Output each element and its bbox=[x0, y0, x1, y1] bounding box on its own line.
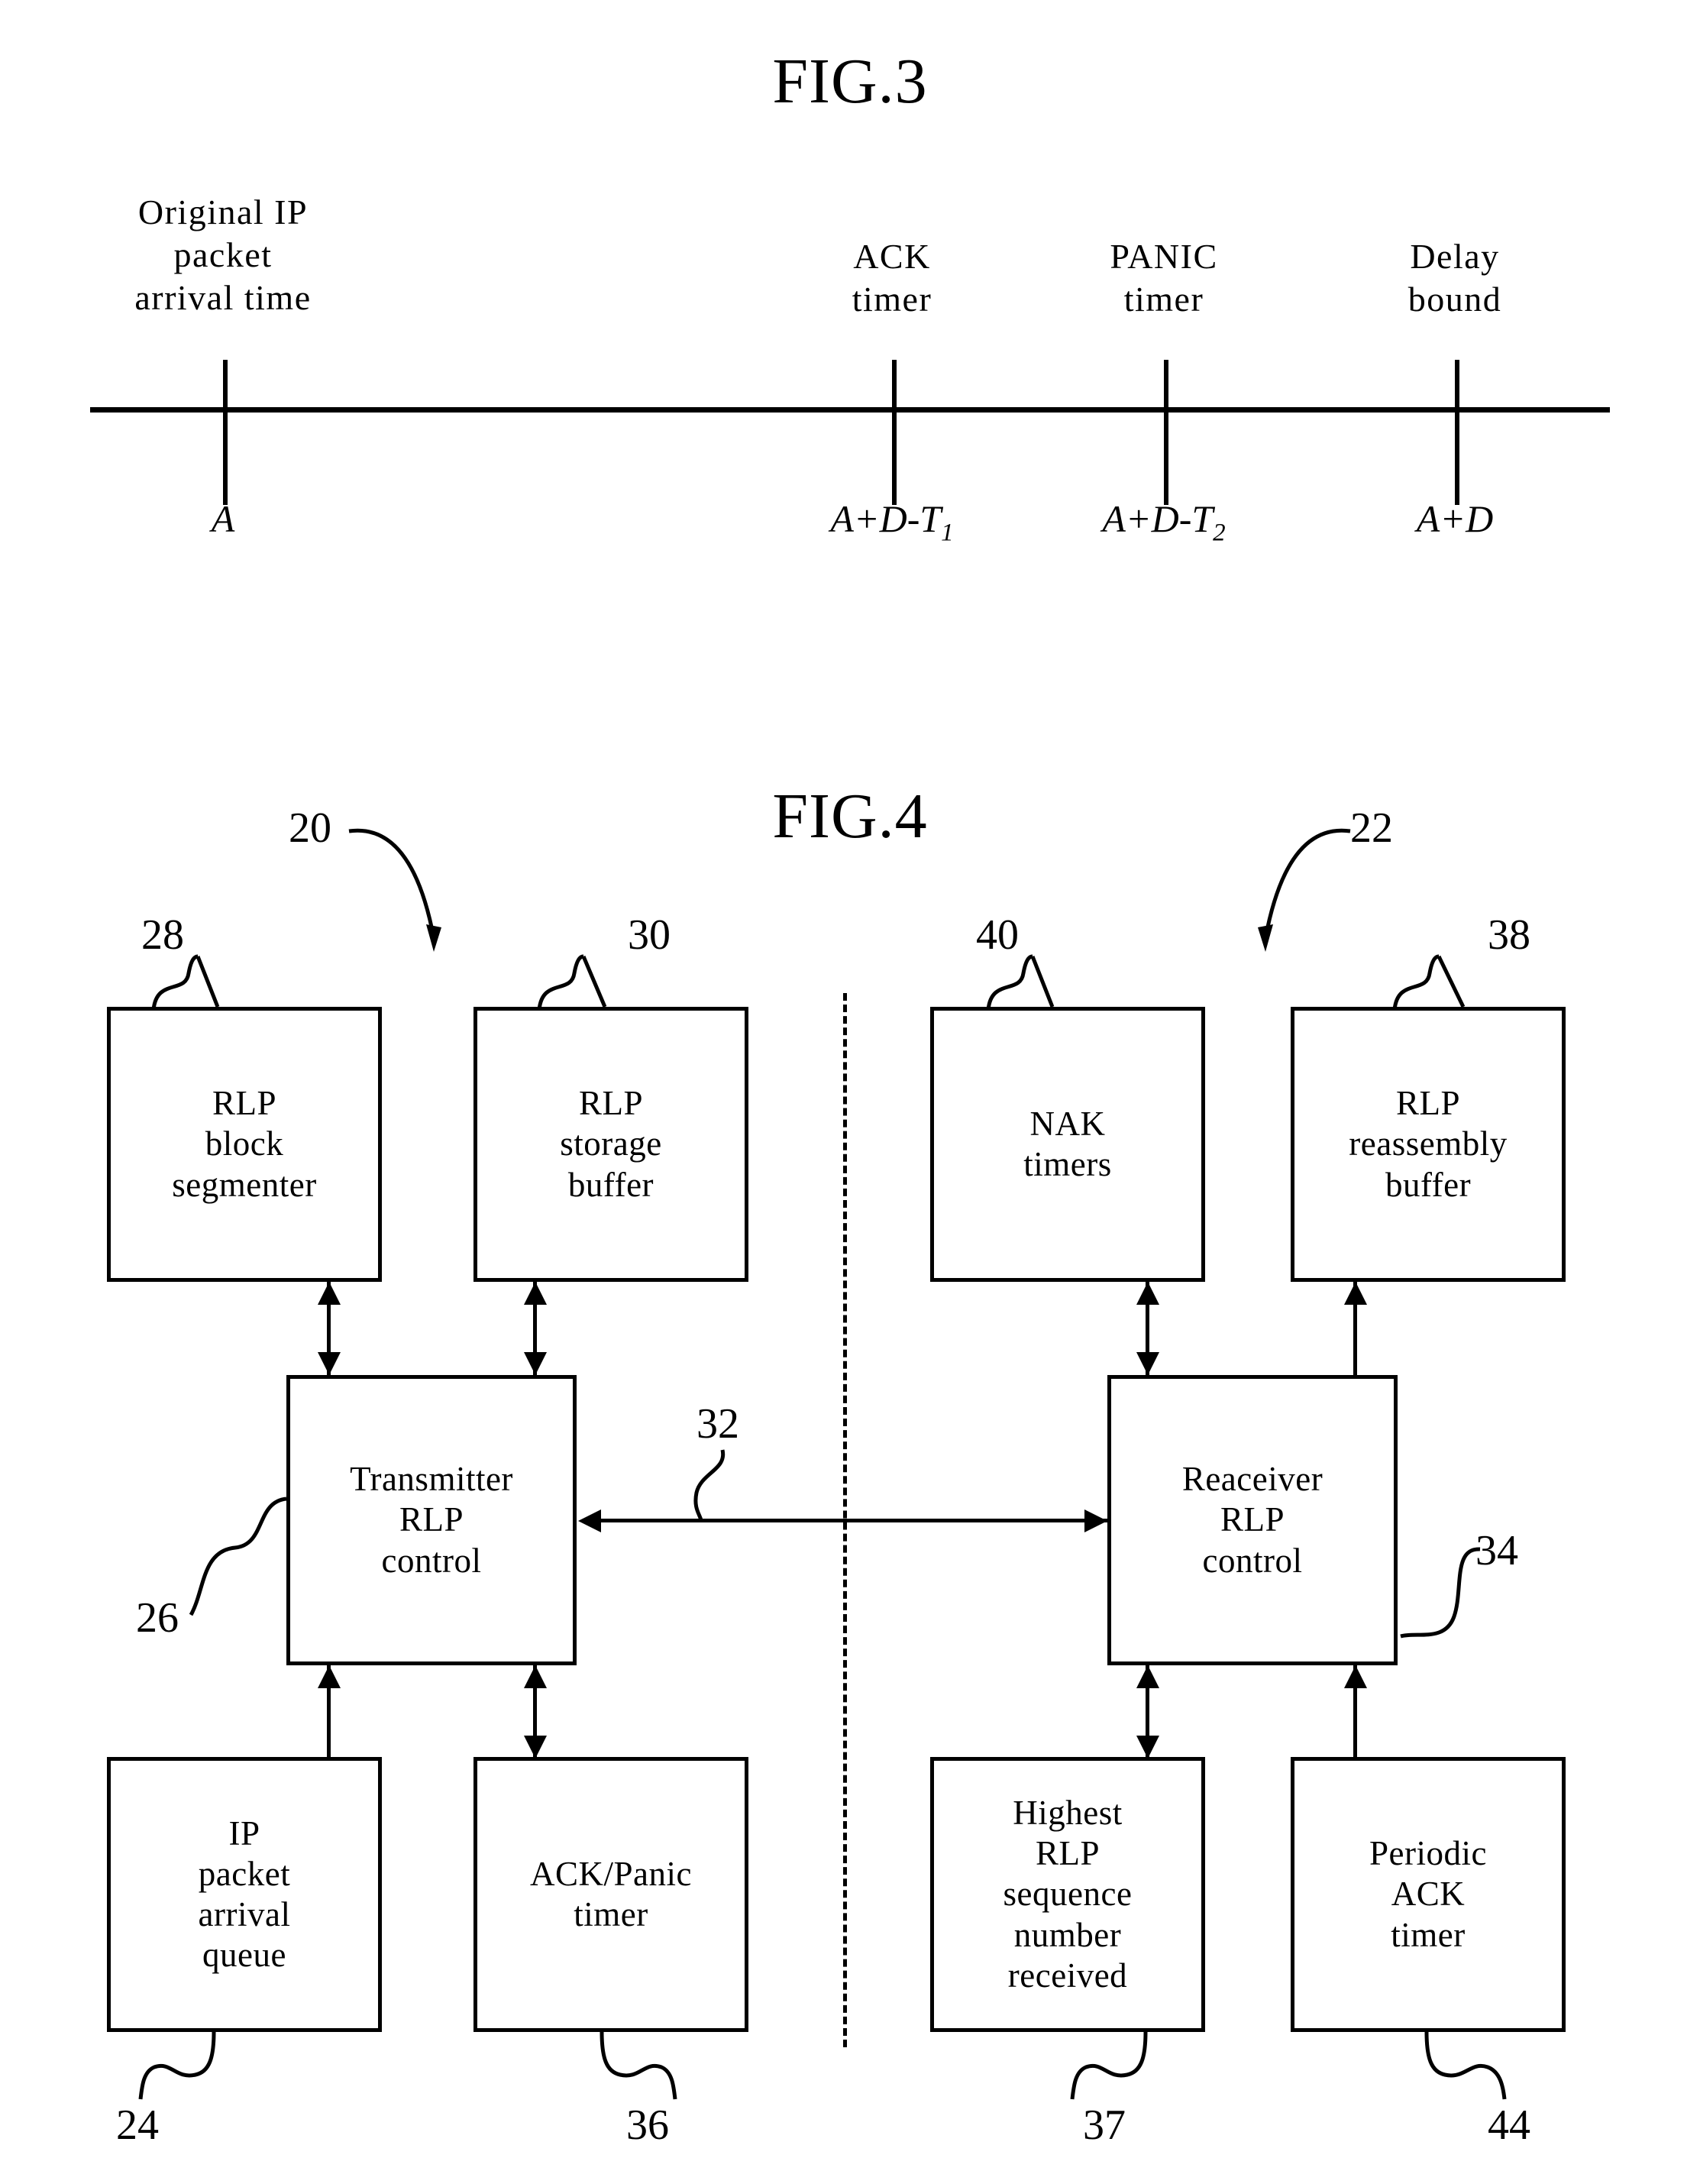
refnum-20: 20 bbox=[289, 804, 331, 852]
block-ack-panic-timer-label: ACK/Panic timer bbox=[530, 1854, 692, 1933]
arrowhead-left-to-transmitter bbox=[578, 1509, 601, 1532]
leader-line-32 bbox=[687, 1449, 794, 1534]
leader-line-36 bbox=[580, 2031, 718, 2131]
timeline-label-ack-timer: ACK timer bbox=[852, 237, 932, 319]
timeline-axis bbox=[90, 407, 1610, 413]
leader-line-24 bbox=[137, 2031, 275, 2131]
block-highest-rlp-sequence-number-received[interactable]: Highest RLP sequence number received bbox=[930, 1757, 1205, 2032]
refnum-38: 38 bbox=[1488, 911, 1530, 959]
timeline-value-panic-timer-sub: 2 bbox=[1213, 519, 1226, 547]
timeline-value-arrival: A bbox=[70, 497, 376, 541]
refnum-26: 26 bbox=[136, 1594, 179, 1642]
timeline-tick-delay-bound bbox=[1455, 360, 1459, 505]
block-periodic-ack-timer-label: Periodic ACK timer bbox=[1369, 1834, 1487, 1954]
timeline-value-arrival-text: A bbox=[211, 497, 235, 540]
connector-transmitter-receiver-link bbox=[592, 1519, 1107, 1522]
block-nak-timers-label: NAK timers bbox=[1023, 1104, 1112, 1183]
timeline-label-panic-timer: PANIC timer bbox=[1110, 237, 1218, 319]
block-receiver-rlp-control-label: Reaceiver RLP control bbox=[1181, 1460, 1323, 1580]
block-ip-packet-arrival-queue[interactable]: IP packet arrival queue bbox=[107, 1757, 382, 2032]
leader-line-26 bbox=[183, 1496, 313, 1652]
patent-drawing-sheet: FIG.3 Original IP packet arrival time AC… bbox=[0, 0, 1700, 2184]
block-highest-rlp-sequence-number-received-label: Highest RLP sequence number received bbox=[1003, 1794, 1133, 1995]
timeline-value-delay-bound-text: A+D bbox=[1416, 497, 1494, 540]
refnum-40: 40 bbox=[976, 911, 1019, 959]
block-rlp-reassembly-buffer-label: RLP reassembly buffer bbox=[1349, 1084, 1508, 1204]
timeline-value-ack-timer-sub: 1 bbox=[941, 519, 954, 547]
arrowhead-down-control-to-ackpanic bbox=[524, 1736, 547, 1759]
arrowhead-right-to-receiver bbox=[1084, 1509, 1107, 1532]
arrowhead-up-queue bbox=[318, 1665, 341, 1688]
arrowhead-down-control-to-segmenter bbox=[318, 1352, 341, 1375]
leader-line-38 bbox=[1390, 954, 1535, 1056]
refnum-30: 30 bbox=[628, 911, 671, 959]
leader-line-22 bbox=[1237, 823, 1390, 976]
leader-line-37 bbox=[1054, 2031, 1191, 2131]
arrowhead-up-ackpanic bbox=[524, 1665, 547, 1688]
timeline-value-delay-bound: A+D bbox=[1302, 497, 1608, 541]
block-ack-panic-timer[interactable]: ACK/Panic timer bbox=[473, 1757, 748, 2032]
figure-4-title: FIG.4 bbox=[772, 781, 928, 852]
arrowhead-up-segmenter bbox=[318, 1282, 341, 1305]
timeline-value-ack-timer: A+D-T1 bbox=[739, 497, 1045, 548]
timeline-label-delay-bound: Delay bound bbox=[1408, 237, 1502, 319]
refnum-32: 32 bbox=[696, 1400, 739, 1448]
timeline-value-panic-timer-text: A+D-T bbox=[1102, 497, 1214, 540]
leader-line-34 bbox=[1398, 1535, 1527, 1673]
leader-line-28 bbox=[149, 954, 271, 1056]
block-periodic-ack-timer[interactable]: Periodic ACK timer bbox=[1291, 1757, 1566, 2032]
arrowhead-up-highestrlp bbox=[1136, 1665, 1159, 1688]
timeline-value-panic-timer: A+D-T2 bbox=[1011, 497, 1317, 548]
arrowhead-down-control-to-naktimers bbox=[1136, 1352, 1159, 1375]
leader-line-40 bbox=[984, 954, 1106, 1056]
block-transmitter-rlp-control-label: Transmitter RLP control bbox=[350, 1460, 513, 1580]
block-rlp-block-segmenter-label: RLP block segmenter bbox=[172, 1084, 317, 1204]
block-ip-packet-arrival-queue-label: IP packet arrival queue bbox=[198, 1814, 291, 1975]
block-receiver-rlp-control[interactable]: Reaceiver RLP control bbox=[1107, 1375, 1398, 1665]
timeline-tick-panic-timer bbox=[1164, 360, 1168, 505]
arrowhead-down-control-to-highestrlp bbox=[1136, 1736, 1159, 1759]
timeline-label-arrival: Original IP packet arrival time bbox=[134, 193, 312, 318]
arrowhead-up-naktimers bbox=[1136, 1282, 1159, 1305]
arrowhead-up-periodicack bbox=[1344, 1665, 1367, 1688]
arrowhead-down-control-to-storage bbox=[524, 1352, 547, 1375]
block-transmitter-rlp-control[interactable]: Transmitter RLP control bbox=[286, 1375, 577, 1665]
figure-3-title: FIG.3 bbox=[772, 46, 928, 117]
arrowhead-up-reassembly bbox=[1344, 1282, 1367, 1305]
leader-line-20 bbox=[347, 823, 500, 976]
timeline-value-ack-timer-text: A+D-T bbox=[830, 497, 942, 540]
timeline-tick-ack-timer bbox=[892, 360, 897, 505]
refnum-28: 28 bbox=[141, 911, 184, 959]
leader-line-30 bbox=[535, 954, 672, 1056]
block-rlp-storage-buffer-label: RLP storage buffer bbox=[560, 1084, 662, 1204]
timeline-tick-arrival bbox=[223, 360, 228, 505]
arrowhead-up-storage bbox=[524, 1282, 547, 1305]
leader-line-44 bbox=[1398, 2031, 1550, 2131]
